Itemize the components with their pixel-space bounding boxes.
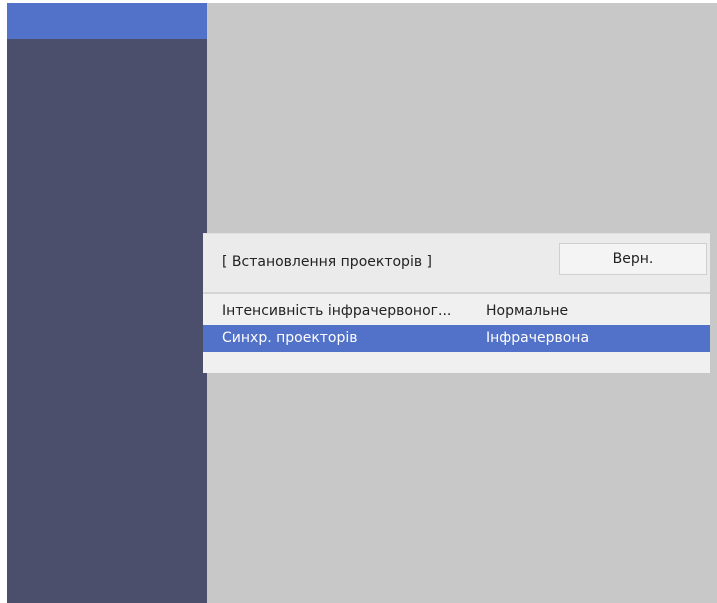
- setting-row-ir-intensity[interactable]: Інтенсивність інфрачервоног... Нормальне: [203, 298, 710, 325]
- dialog-title: [ Встановлення проекторів ]: [222, 254, 432, 270]
- back-button[interactable]: Верн.: [559, 243, 707, 275]
- setting-row-projector-sync[interactable]: Синхр. проекторів Інфрачервона: [203, 325, 710, 352]
- setting-value: Нормальне: [486, 303, 569, 319]
- setting-label: Інтенсивність інфрачервоног...: [222, 303, 452, 319]
- setting-label: Синхр. проекторів: [222, 330, 358, 346]
- main-menu-sidebar: [7, 3, 207, 603]
- projector-setup-dialog: [ Встановлення проекторів ] Верн. Інтенс…: [203, 233, 710, 373]
- setting-value: Інфрачервона: [486, 330, 590, 346]
- dialog-header: [ Встановлення проекторів ] Верн.: [203, 234, 710, 292]
- sidebar-selected-item[interactable]: [7, 3, 207, 39]
- divider: [203, 292, 710, 294]
